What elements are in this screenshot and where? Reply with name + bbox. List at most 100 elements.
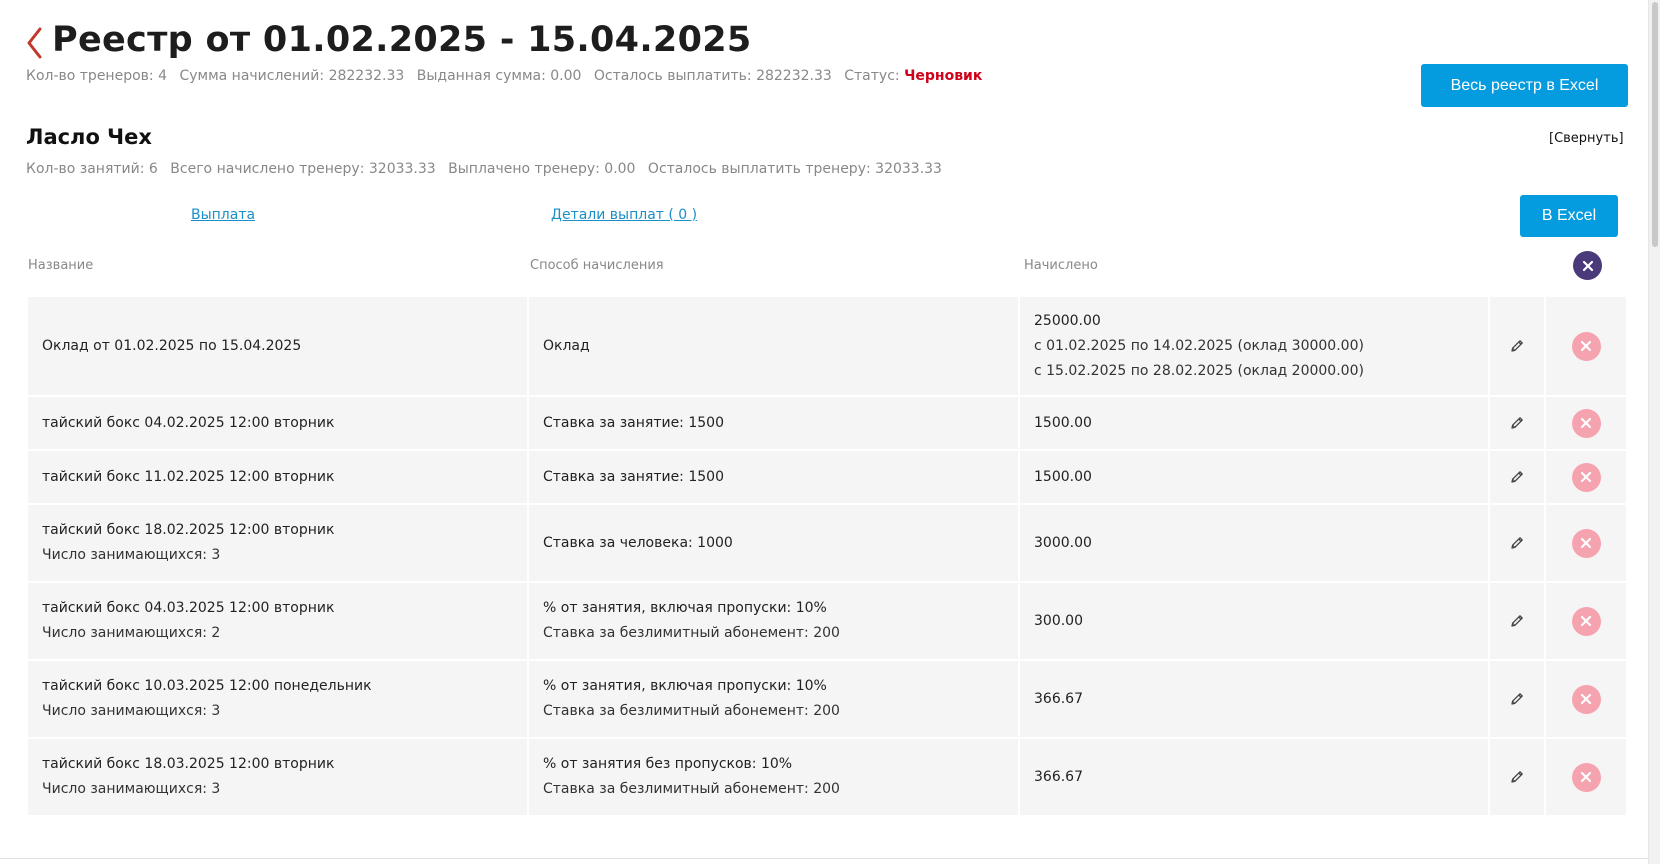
cell-method: Ставка за занятие: 1500 (529, 397, 1020, 449)
cell-method: Оклад (529, 297, 1020, 395)
cell-method: % от занятия без пропусков: 10% Ставка за… (529, 739, 1020, 815)
table-row: тайский бокс 18.02.2025 12:00 вторник Чис… (28, 505, 1626, 581)
cell-accrued: 300.00 (1020, 583, 1490, 659)
edit-button[interactable] (1508, 337, 1526, 355)
cell-method: Ставка за занятие: 1500 (529, 451, 1020, 503)
cell-name: тайский бокс 11.02.2025 12:00 вторник (28, 451, 529, 503)
page: Реестр от 01.02.2025 - 15.04.2025 Кол-во… (0, 0, 1648, 864)
pencil-icon (1511, 417, 1523, 429)
cell-method: % от занятия, включая пропуски: 10% Ставк… (529, 583, 1020, 659)
payout-link[interactable]: Выплата (191, 207, 255, 223)
cell-name-line: тайский бокс 04.02.2025 12:00 вторник (42, 414, 335, 431)
cell-edit (1490, 397, 1546, 449)
cell-accrued-line: с 15.02.2025 по 28.02.2025 (оклад 20000.… (1034, 362, 1364, 379)
cell-name-line: тайский бокс 18.03.2025 12:00 вторник (42, 756, 335, 772)
cell-name-line: тайский бокс 11.02.2025 12:00 вторник (42, 468, 335, 485)
close-all-button[interactable] (1573, 251, 1602, 280)
cell-method-line: Оклад (543, 337, 590, 354)
edit-button[interactable] (1508, 690, 1526, 708)
pencil-icon (1511, 340, 1523, 352)
cell-delete (1546, 739, 1626, 815)
cell-method: Ставка за человека: 1000 (529, 505, 1020, 581)
edit-button[interactable] (1508, 534, 1526, 552)
trainer-paid: Выплачено тренеру: 0.00 (448, 161, 636, 177)
status-badge: Черновик (904, 68, 983, 84)
cell-name-line: тайский бокс 18.02.2025 12:00 вторник (42, 522, 335, 538)
vertical-scrollbar[interactable] (1648, 0, 1660, 864)
delete-button[interactable] (1571, 528, 1601, 558)
table-row: тайский бокс 10.03.2025 12:00 понедельни… (28, 661, 1626, 737)
edit-button[interactable] (1508, 612, 1526, 630)
delete-button[interactable] (1571, 408, 1601, 438)
cell-accrued-line: 1500.00 (1034, 414, 1092, 431)
cell-delete (1546, 505, 1626, 581)
edit-button[interactable] (1508, 414, 1526, 432)
cell-edit (1490, 297, 1546, 395)
cell-delete (1546, 451, 1626, 503)
table-row: тайский бокс 11.02.2025 12:00 вторник Ста… (28, 451, 1626, 503)
delete-button[interactable] (1571, 606, 1601, 636)
cell-delete (1546, 583, 1626, 659)
trainer-name: Ласло Чех (26, 125, 152, 149)
column-header-method: Способ начисления (530, 258, 664, 273)
cell-method-line: % от занятия, включая пропуски: 10% (543, 600, 827, 616)
cell-name-line: тайский бокс 10.03.2025 12:00 понедельни… (42, 678, 372, 694)
summary-remaining: Осталось выплатить: 282232.33 (593, 68, 832, 84)
table-row: тайский бокс 04.03.2025 12:00 вторник Чис… (28, 583, 1626, 659)
cell-edit (1490, 583, 1546, 659)
cell-method-line: Ставка за занятие: 1500 (543, 414, 724, 431)
cell-edit (1490, 505, 1546, 581)
close-icon (1580, 471, 1592, 483)
scrollbar-thumb[interactable] (1652, 2, 1658, 247)
payout-details-link[interactable]: Детали выплат ( 0 ) (551, 207, 697, 223)
cell-accrued: 3000.00 (1020, 505, 1490, 581)
trainer-remaining: Осталось выплатить тренеру: 32033.33 (647, 161, 942, 177)
cell-method-line: % от занятия без пропусков: 10% (543, 756, 793, 772)
table-row: Оклад от 01.02.2025 по 15.04.2025 Оклад 25… (28, 297, 1626, 395)
trainer-lessons-count: Кол-во занятий: 6 (26, 161, 158, 177)
cell-accrued: 1500.00 (1020, 397, 1490, 449)
column-header-accrued: Начислено (1024, 258, 1098, 273)
cell-method-line: Ставка за безлимитный абонемент: 200 (543, 781, 840, 797)
cell-method: % от занятия, включая пропуски: 10% Ставк… (529, 661, 1020, 737)
summary-status: Статус: Черновик (844, 68, 983, 84)
cell-accrued-line: 300.00 (1034, 612, 1083, 629)
cell-name-line: Число занимающихся: 3 (42, 703, 221, 719)
trainer-excel-button[interactable]: В Excel (1520, 195, 1618, 237)
back-chevron-icon[interactable] (24, 26, 46, 60)
trainer-total-accrued: Всего начислено тренеру: 32033.33 (170, 161, 436, 177)
accruals-table: Оклад от 01.02.2025 по 15.04.2025 Оклад 25… (28, 297, 1626, 817)
cell-method-line: Ставка за занятие: 1500 (543, 468, 724, 485)
delete-button[interactable] (1571, 462, 1601, 492)
close-icon (1580, 693, 1592, 705)
full-registry-excel-button[interactable]: Весь реестр в Excel (1421, 64, 1628, 107)
edit-button[interactable] (1508, 468, 1526, 486)
cell-accrued: 1500.00 (1020, 451, 1490, 503)
summary-trainers: Кол-во тренеров: 4 (26, 68, 167, 84)
cell-edit (1490, 661, 1546, 737)
cell-accrued-line: 366.67 (1034, 768, 1083, 785)
summary-paid: Выданная сумма: 0.00 (416, 68, 582, 84)
delete-button[interactable] (1571, 684, 1601, 714)
cell-method-line: Ставка за безлимитный абонемент: 200 (543, 625, 840, 641)
cell-name: Оклад от 01.02.2025 по 15.04.2025 (28, 297, 529, 395)
cell-name: тайский бокс 04.03.2025 12:00 вторник Чис… (28, 583, 529, 659)
close-icon (1580, 340, 1592, 352)
summary-accrued: Сумма начислений: 282232.33 (179, 68, 405, 84)
close-icon (1580, 615, 1592, 627)
collapse-link[interactable]: [Свернуть] (1549, 131, 1624, 146)
cell-accrued-line: 1500.00 (1034, 468, 1092, 485)
delete-button[interactable] (1571, 762, 1601, 792)
close-icon (1580, 417, 1592, 429)
registry-summary: Кол-во тренеров: 4 Сумма начислений: 282… (26, 68, 990, 84)
pencil-icon (1511, 537, 1523, 549)
cell-name-line: тайский бокс 04.03.2025 12:00 вторник (42, 600, 335, 616)
cell-accrued: 25000.00 с 01.02.2025 по 14.02.2025 (окла… (1020, 297, 1490, 395)
edit-button[interactable] (1508, 768, 1526, 786)
close-icon (1580, 771, 1592, 783)
cell-name-line: Оклад от 01.02.2025 по 15.04.2025 (42, 337, 302, 354)
cell-name-line: Число занимающихся: 3 (42, 781, 221, 797)
pencil-icon (1511, 615, 1523, 627)
close-icon (1580, 537, 1592, 549)
delete-button[interactable] (1571, 331, 1601, 361)
